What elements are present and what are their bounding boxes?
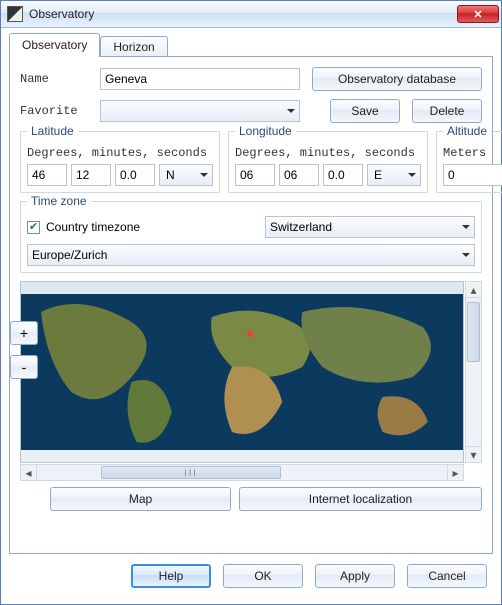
check-icon: ✔ bbox=[29, 222, 38, 233]
chevron-down-icon bbox=[287, 109, 295, 113]
map-image bbox=[21, 282, 463, 462]
longitude-group: Longitude Degrees, minutes, seconds E bbox=[228, 131, 428, 193]
chevron-down-icon bbox=[200, 173, 208, 177]
favorite-combo[interactable] bbox=[100, 100, 300, 122]
zoom-out-button[interactable]: - bbox=[10, 355, 38, 379]
tab-observatory[interactable]: Observatory bbox=[9, 33, 100, 57]
longitude-sublabel: Degrees, minutes, seconds bbox=[235, 146, 421, 160]
lon-deg-input[interactable] bbox=[235, 164, 275, 186]
world-map[interactable] bbox=[20, 281, 464, 463]
chevron-down-icon bbox=[462, 253, 470, 257]
app-icon bbox=[7, 6, 23, 22]
tab-strip: Observatory Horizon bbox=[9, 32, 501, 56]
observatory-database-button[interactable]: Observatory database bbox=[312, 67, 482, 91]
tab-horizon[interactable]: Horizon bbox=[100, 36, 167, 58]
help-button[interactable]: Help bbox=[131, 564, 211, 588]
ok-button[interactable]: OK bbox=[223, 564, 303, 588]
longitude-legend: Longitude bbox=[235, 124, 296, 138]
dialog-footer: Help OK Apply Cancel bbox=[1, 554, 501, 588]
latitude-legend: Latitude bbox=[27, 124, 78, 138]
lon-min-input[interactable] bbox=[279, 164, 319, 186]
latitude-sublabel: Degrees, minutes, seconds bbox=[27, 146, 213, 160]
save-button[interactable]: Save bbox=[330, 99, 400, 123]
hscroll-thumb[interactable]: III bbox=[101, 466, 281, 479]
scroll-right-icon[interactable]: ▸ bbox=[447, 465, 463, 480]
map-horizontal-scrollbar[interactable]: ◂ III ▸ bbox=[20, 464, 464, 481]
timezone-group: Time zone ✔ Country timezone Switzerland… bbox=[20, 201, 482, 273]
tab-panel-observatory: Name Observatory database Favorite Save … bbox=[9, 56, 493, 554]
timezone-legend: Time zone bbox=[27, 194, 91, 208]
internet-localization-button[interactable]: Internet localization bbox=[239, 487, 482, 511]
timezone-combo[interactable]: Europe/Zurich bbox=[27, 244, 475, 266]
map-button[interactable]: Map bbox=[50, 487, 231, 511]
altitude-group: Altitude Meters bbox=[436, 131, 502, 193]
cancel-button[interactable]: Cancel bbox=[407, 564, 487, 588]
chevron-down-icon bbox=[462, 225, 470, 229]
lon-hemi-combo[interactable]: E bbox=[367, 164, 421, 186]
zoom-in-button[interactable]: + bbox=[10, 321, 38, 345]
apply-button[interactable]: Apply bbox=[315, 564, 395, 588]
map-area: + - ▴ bbox=[20, 281, 482, 481]
vscroll-thumb[interactable] bbox=[467, 302, 480, 362]
scroll-left-icon[interactable]: ◂ bbox=[21, 465, 37, 480]
scroll-up-icon[interactable]: ▴ bbox=[466, 282, 481, 298]
altitude-legend: Altitude bbox=[443, 124, 491, 138]
scroll-down-icon[interactable]: ▾ bbox=[466, 446, 481, 462]
altitude-sublabel: Meters bbox=[443, 146, 502, 160]
chevron-down-icon bbox=[408, 173, 416, 177]
titlebar: Observatory ✕ bbox=[1, 1, 501, 28]
name-label: Name bbox=[20, 72, 100, 86]
favorite-label: Favorite bbox=[20, 104, 100, 118]
close-button[interactable]: ✕ bbox=[457, 5, 499, 23]
lat-hemi-combo[interactable]: N bbox=[159, 164, 213, 186]
window-title: Observatory bbox=[29, 7, 457, 21]
altitude-input[interactable] bbox=[443, 164, 502, 186]
delete-button[interactable]: Delete bbox=[412, 99, 482, 123]
country-timezone-label: Country timezone bbox=[46, 220, 140, 234]
country-timezone-checkbox[interactable]: ✔ bbox=[27, 221, 40, 234]
lon-sec-input[interactable] bbox=[323, 164, 363, 186]
lat-sec-input[interactable] bbox=[115, 164, 155, 186]
map-vertical-scrollbar[interactable]: ▴ ▾ bbox=[465, 281, 482, 463]
country-combo[interactable]: Switzerland bbox=[265, 216, 475, 238]
lat-min-input[interactable] bbox=[71, 164, 111, 186]
latitude-group: Latitude Degrees, minutes, seconds N bbox=[20, 131, 220, 193]
name-input[interactable] bbox=[100, 68, 300, 90]
lat-deg-input[interactable] bbox=[27, 164, 67, 186]
close-icon: ✕ bbox=[473, 8, 482, 21]
